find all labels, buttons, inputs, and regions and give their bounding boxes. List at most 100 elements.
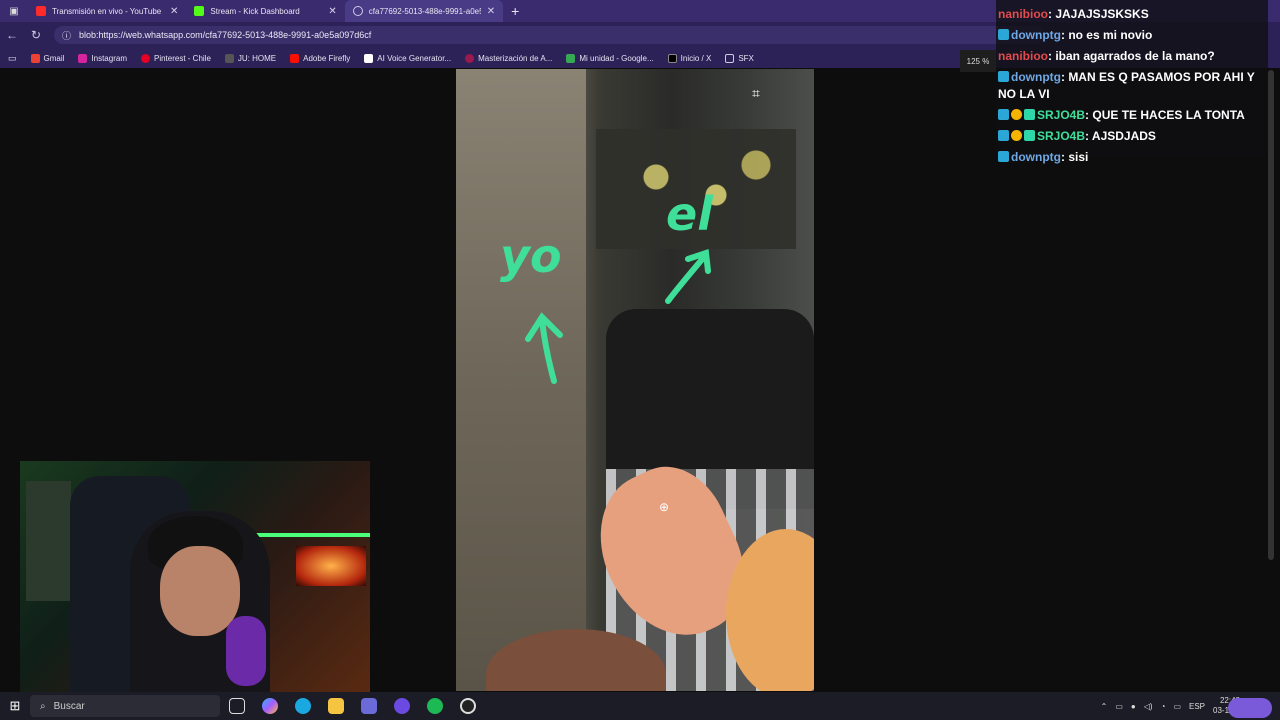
url-text: blob:https://web.whatsapp.com/cfa77692-5… xyxy=(79,30,372,40)
kick-icon xyxy=(194,6,205,16)
system-tray: ⌃ ▭ ● ◁) ◔ ▭ ESP 22:48 03-11-2 xyxy=(1101,692,1240,720)
globe-icon xyxy=(352,6,363,16)
chat-text: : iban agarrados de la mano? xyxy=(1048,49,1215,63)
chat-message: nanibioo: iban agarrados de la mano? xyxy=(998,46,1266,67)
prime-badge-icon xyxy=(998,29,1009,40)
prime-badge-icon xyxy=(998,151,1009,162)
microphone xyxy=(226,616,266,686)
chat-username: nanibioo xyxy=(998,49,1048,63)
bookmark-pinterest[interactable]: Pinterest - Chile xyxy=(140,53,211,63)
bookmark-masterizacion[interactable]: Masterización de A... xyxy=(465,53,552,63)
x-icon xyxy=(667,53,677,63)
zoom-level: 125 % xyxy=(960,50,996,72)
chat-text: : JAJAJSJSKSKS xyxy=(1048,7,1149,21)
prime-badge-icon xyxy=(998,109,1009,120)
bookmark-drive[interactable]: Mi unidad - Google... xyxy=(566,53,654,63)
tab-actions-icon[interactable]: ▣ xyxy=(0,6,28,17)
gift-badge-icon xyxy=(1011,130,1022,141)
battery-icon[interactable]: ▭ xyxy=(1173,702,1181,711)
chat-text: : sisi xyxy=(1060,150,1089,164)
language-indicator[interactable]: ESP xyxy=(1189,702,1205,711)
bookmark-label: Gmail xyxy=(43,53,65,63)
widget-pill xyxy=(1228,698,1272,718)
chat-message: downptg: sisi xyxy=(998,147,1266,168)
chat-overlay: nanibioo: JAJAJSJSKSKS downptg: no es mi… xyxy=(996,0,1268,164)
bookmark-ju-home[interactable]: JU: HOME xyxy=(224,53,277,63)
firefly-icon xyxy=(290,53,300,63)
browser-app-icon[interactable] xyxy=(385,698,418,714)
reload-icon[interactable]: ↻ xyxy=(24,28,48,42)
arrow-annotations xyxy=(525,248,711,384)
store-icon[interactable] xyxy=(352,698,385,714)
chat-message: downptg: MAN ES Q PASAMOS POR AHI Y NO L… xyxy=(998,67,1266,105)
bookmark-label: AI Voice Generator... xyxy=(377,53,452,63)
gmail-icon xyxy=(30,53,40,63)
tab-youtube[interactable]: Transmisión en vivo - YouTube St ✕ xyxy=(28,0,186,22)
scrollbar[interactable] xyxy=(1268,70,1274,560)
url-bar[interactable]: ⓘ blob:https://web.whatsapp.com/cfa77692… xyxy=(54,26,1044,44)
tab-whatsapp-blob[interactable]: cfa77692-5013-488e-9991-a0e5a ✕ xyxy=(344,0,504,22)
tab-title: Stream - Kick Dashboard xyxy=(210,6,300,16)
sub-badge-icon xyxy=(1024,130,1035,141)
bookmark-firefly[interactable]: Adobe Firefly xyxy=(290,53,350,63)
photo-viewer[interactable]: ⌗ yo el xyxy=(456,69,814,691)
network-icon[interactable]: ▭ xyxy=(1115,702,1123,711)
close-icon[interactable]: ✕ xyxy=(328,6,336,17)
youtube-icon xyxy=(36,6,46,16)
zoom-cursor-icon: ⊕ xyxy=(659,500,670,514)
folder-icon xyxy=(725,53,735,63)
taskbar: ⊞ ⌕ Buscar ⌃ ▭ ● ◁) ◔ ▭ ESP 22:48 03-11-… xyxy=(0,692,1280,720)
chat-message: SRJO4B: QUE TE HACES LA TONTA xyxy=(998,105,1266,126)
chevron-up-icon[interactable]: ⌃ xyxy=(1101,702,1108,711)
search-icon: ⌕ xyxy=(40,700,46,712)
taskbar-search[interactable]: ⌕ Buscar xyxy=(30,695,220,717)
bookmark-x[interactable]: Inicio / X xyxy=(667,53,711,63)
mic-icon[interactable]: ● xyxy=(1131,702,1136,711)
sub-badge-icon xyxy=(1024,109,1035,120)
annotation-el: el xyxy=(666,187,713,241)
search-placeholder: Buscar xyxy=(53,700,85,712)
bookmark-label: JU: HOME xyxy=(237,53,277,63)
chat-username: downptg xyxy=(1011,70,1061,84)
master-icon xyxy=(465,53,475,63)
chat-username: nanibioo xyxy=(998,7,1048,21)
edge-icon[interactable] xyxy=(286,698,319,714)
bookmark-gmail[interactable]: Gmail xyxy=(30,53,65,63)
chat-username: downptg xyxy=(1011,150,1061,164)
led-strip xyxy=(250,533,370,537)
wall-poster xyxy=(26,481,71,601)
gift-badge-icon xyxy=(1011,109,1022,120)
tab-title: cfa77692-5013-488e-9991-a0e5a xyxy=(368,6,481,16)
tab-kick[interactable]: Stream - Kick Dashboard ✕ xyxy=(186,0,344,22)
fireplace-screen xyxy=(296,546,366,586)
spotify-icon[interactable] xyxy=(418,698,451,714)
bookmark-label: Pinterest - Chile xyxy=(153,53,211,63)
annotation-yo: yo xyxy=(500,229,562,283)
site-info-icon[interactable]: ⓘ xyxy=(62,29,71,42)
tab-title: Transmisión en vivo - YouTube St xyxy=(52,6,164,16)
chat-message: downptg: no es mi novio xyxy=(998,25,1266,46)
file-explorer-icon[interactable] xyxy=(319,698,352,714)
task-view-icon[interactable] xyxy=(220,698,253,714)
windows-start-icon[interactable]: ⊞ xyxy=(0,698,30,714)
voice-icon xyxy=(364,53,374,63)
close-icon[interactable]: ✕ xyxy=(487,6,495,17)
new-tab-button[interactable]: + xyxy=(503,3,527,19)
wifi-icon[interactable]: ◔ xyxy=(1161,702,1166,711)
bookmark-instagram[interactable]: Instagram xyxy=(78,53,127,63)
obs-icon[interactable] xyxy=(451,698,484,714)
bookmark-sfx[interactable]: SFX xyxy=(725,53,754,63)
bookmark-voice[interactable]: AI Voice Generator... xyxy=(364,53,452,63)
drive-icon xyxy=(566,53,576,63)
back-arrow-icon[interactable]: ← xyxy=(0,28,24,42)
prime-badge-icon xyxy=(998,130,1009,141)
sidebar-icon[interactable]: ▭ xyxy=(8,53,17,64)
close-icon[interactable]: ✕ xyxy=(170,6,178,17)
arrow-yo xyxy=(525,312,563,384)
copilot-icon[interactable] xyxy=(253,698,286,714)
ju-icon xyxy=(224,53,234,63)
arrow-el xyxy=(665,248,711,304)
streamer-face xyxy=(160,546,240,636)
pinterest-icon xyxy=(140,53,150,63)
volume-icon[interactable]: ◁) xyxy=(1144,702,1153,711)
